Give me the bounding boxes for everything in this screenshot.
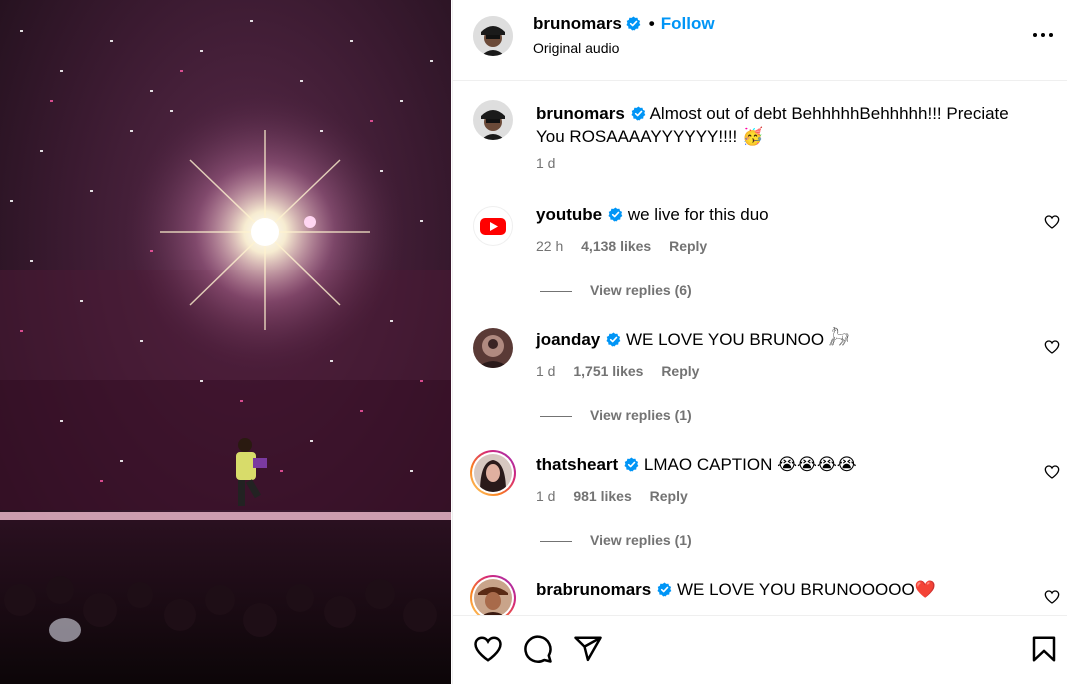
- reply-button[interactable]: Reply: [669, 238, 707, 254]
- comment-time[interactable]: 22 h: [536, 238, 563, 254]
- view-replies-button[interactable]: View replies (1): [540, 407, 692, 423]
- post-media[interactable]: [0, 0, 451, 684]
- comment-avatar-thatsheart[interactable]: [470, 450, 516, 496]
- caption-emoji: 🥳: [742, 127, 764, 147]
- caption-time[interactable]: 1 d: [536, 155, 555, 171]
- view-replies-label: View replies (1): [590, 407, 692, 423]
- author-line: brunomars • Follow: [533, 14, 715, 34]
- author-avatar[interactable]: [473, 16, 513, 56]
- view-replies-button[interactable]: View replies (1): [540, 532, 692, 548]
- comment-body: LMAO CAPTION: [643, 455, 773, 474]
- verified-badge-icon: [657, 582, 672, 597]
- like-comment-icon[interactable]: [1044, 589, 1060, 605]
- view-replies-button[interactable]: View replies (6): [540, 282, 692, 298]
- save-bookmark-icon[interactable]: [1029, 634, 1059, 664]
- comment-text: thatsheart LMAO CAPTION 😭😭😭😭: [536, 453, 1026, 477]
- like-comment-icon[interactable]: [1044, 464, 1060, 480]
- comment-text: joanday WE LOVE YOU BRUNOO 𓃗: [536, 328, 1026, 351]
- comment-avatar-brabrunomars[interactable]: [470, 575, 516, 615]
- replies-divider: [540, 290, 572, 292]
- comment-body: WE LOVE YOU BRUNOOOOO: [676, 580, 915, 599]
- reply-button[interactable]: Reply: [650, 488, 688, 504]
- comment-body: WE LOVE YOU BRUNOO 𓃗: [625, 330, 850, 349]
- audio-label[interactable]: Original audio: [533, 40, 619, 56]
- follow-button[interactable]: Follow: [661, 14, 715, 33]
- comment-username[interactable]: brabrunomars: [536, 580, 651, 599]
- caption-username[interactable]: brunomars: [536, 104, 625, 123]
- replies-divider: [540, 415, 572, 417]
- verified-badge-icon: [608, 207, 623, 222]
- verified-badge-icon: [626, 16, 641, 31]
- caption-avatar[interactable]: [473, 100, 513, 140]
- comment-emoji: ❤️: [914, 580, 936, 600]
- share-icon[interactable]: [573, 634, 603, 664]
- more-options-icon[interactable]: [1031, 26, 1055, 44]
- comment-username[interactable]: thatsheart: [536, 455, 618, 474]
- youtube-logo-icon: [480, 218, 506, 235]
- like-comment-icon[interactable]: [1044, 339, 1060, 355]
- caption-meta: 1 d: [536, 155, 569, 171]
- replies-divider: [540, 540, 572, 542]
- comment-text: brabrunomars WE LOVE YOU BRUNOOOOO❤️: [536, 578, 1026, 602]
- comment-meta: 1 d 1,751 likes Reply: [536, 363, 713, 379]
- view-replies-label: View replies (1): [590, 532, 692, 548]
- verified-badge-icon: [624, 457, 639, 472]
- like-icon[interactable]: [473, 634, 503, 664]
- comment-avatar-youtube[interactable]: [473, 206, 513, 246]
- author-username[interactable]: brunomars: [533, 14, 622, 33]
- comments-list[interactable]: brunomars Almost out of debt BehhhhhBehh…: [453, 81, 1067, 615]
- separator-dot: •: [648, 14, 655, 33]
- post-action-bar: [453, 615, 1067, 685]
- comment-time[interactable]: 1 d: [536, 363, 555, 379]
- caption-text: brunomars Almost out of debt BehhhhhBehh…: [536, 102, 1026, 149]
- comment-icon[interactable]: [523, 634, 553, 664]
- post-header: brunomars • Follow Original audio: [453, 0, 1067, 81]
- comment-likes[interactable]: 4,138 likes: [581, 238, 651, 254]
- reply-button[interactable]: Reply: [661, 363, 699, 379]
- like-comment-icon[interactable]: [1044, 214, 1060, 230]
- comment-username[interactable]: youtube: [536, 205, 602, 224]
- comment-emoji: 😭😭😭😭: [777, 455, 857, 475]
- concert-photo: [0, 0, 451, 684]
- comment-avatar-joanday[interactable]: [473, 328, 513, 368]
- comment-meta: 22 h 4,138 likes Reply: [536, 238, 721, 254]
- comment-likes[interactable]: 1,751 likes: [573, 363, 643, 379]
- view-replies-label: View replies (6): [590, 282, 692, 298]
- comment-body: we live for this duo: [627, 205, 769, 224]
- comment-likes[interactable]: 981 likes: [573, 488, 631, 504]
- comment-time[interactable]: 1 d: [536, 488, 555, 504]
- verified-badge-icon: [606, 332, 621, 347]
- comment-username[interactable]: joanday: [536, 330, 600, 349]
- comment-text: youtube we live for this duo: [536, 203, 1026, 226]
- comment-meta: 1 d 981 likes Reply: [536, 488, 702, 504]
- verified-badge-icon: [631, 106, 646, 121]
- post-panel: brunomars • Follow Original audio brunomar…: [452, 0, 1067, 684]
